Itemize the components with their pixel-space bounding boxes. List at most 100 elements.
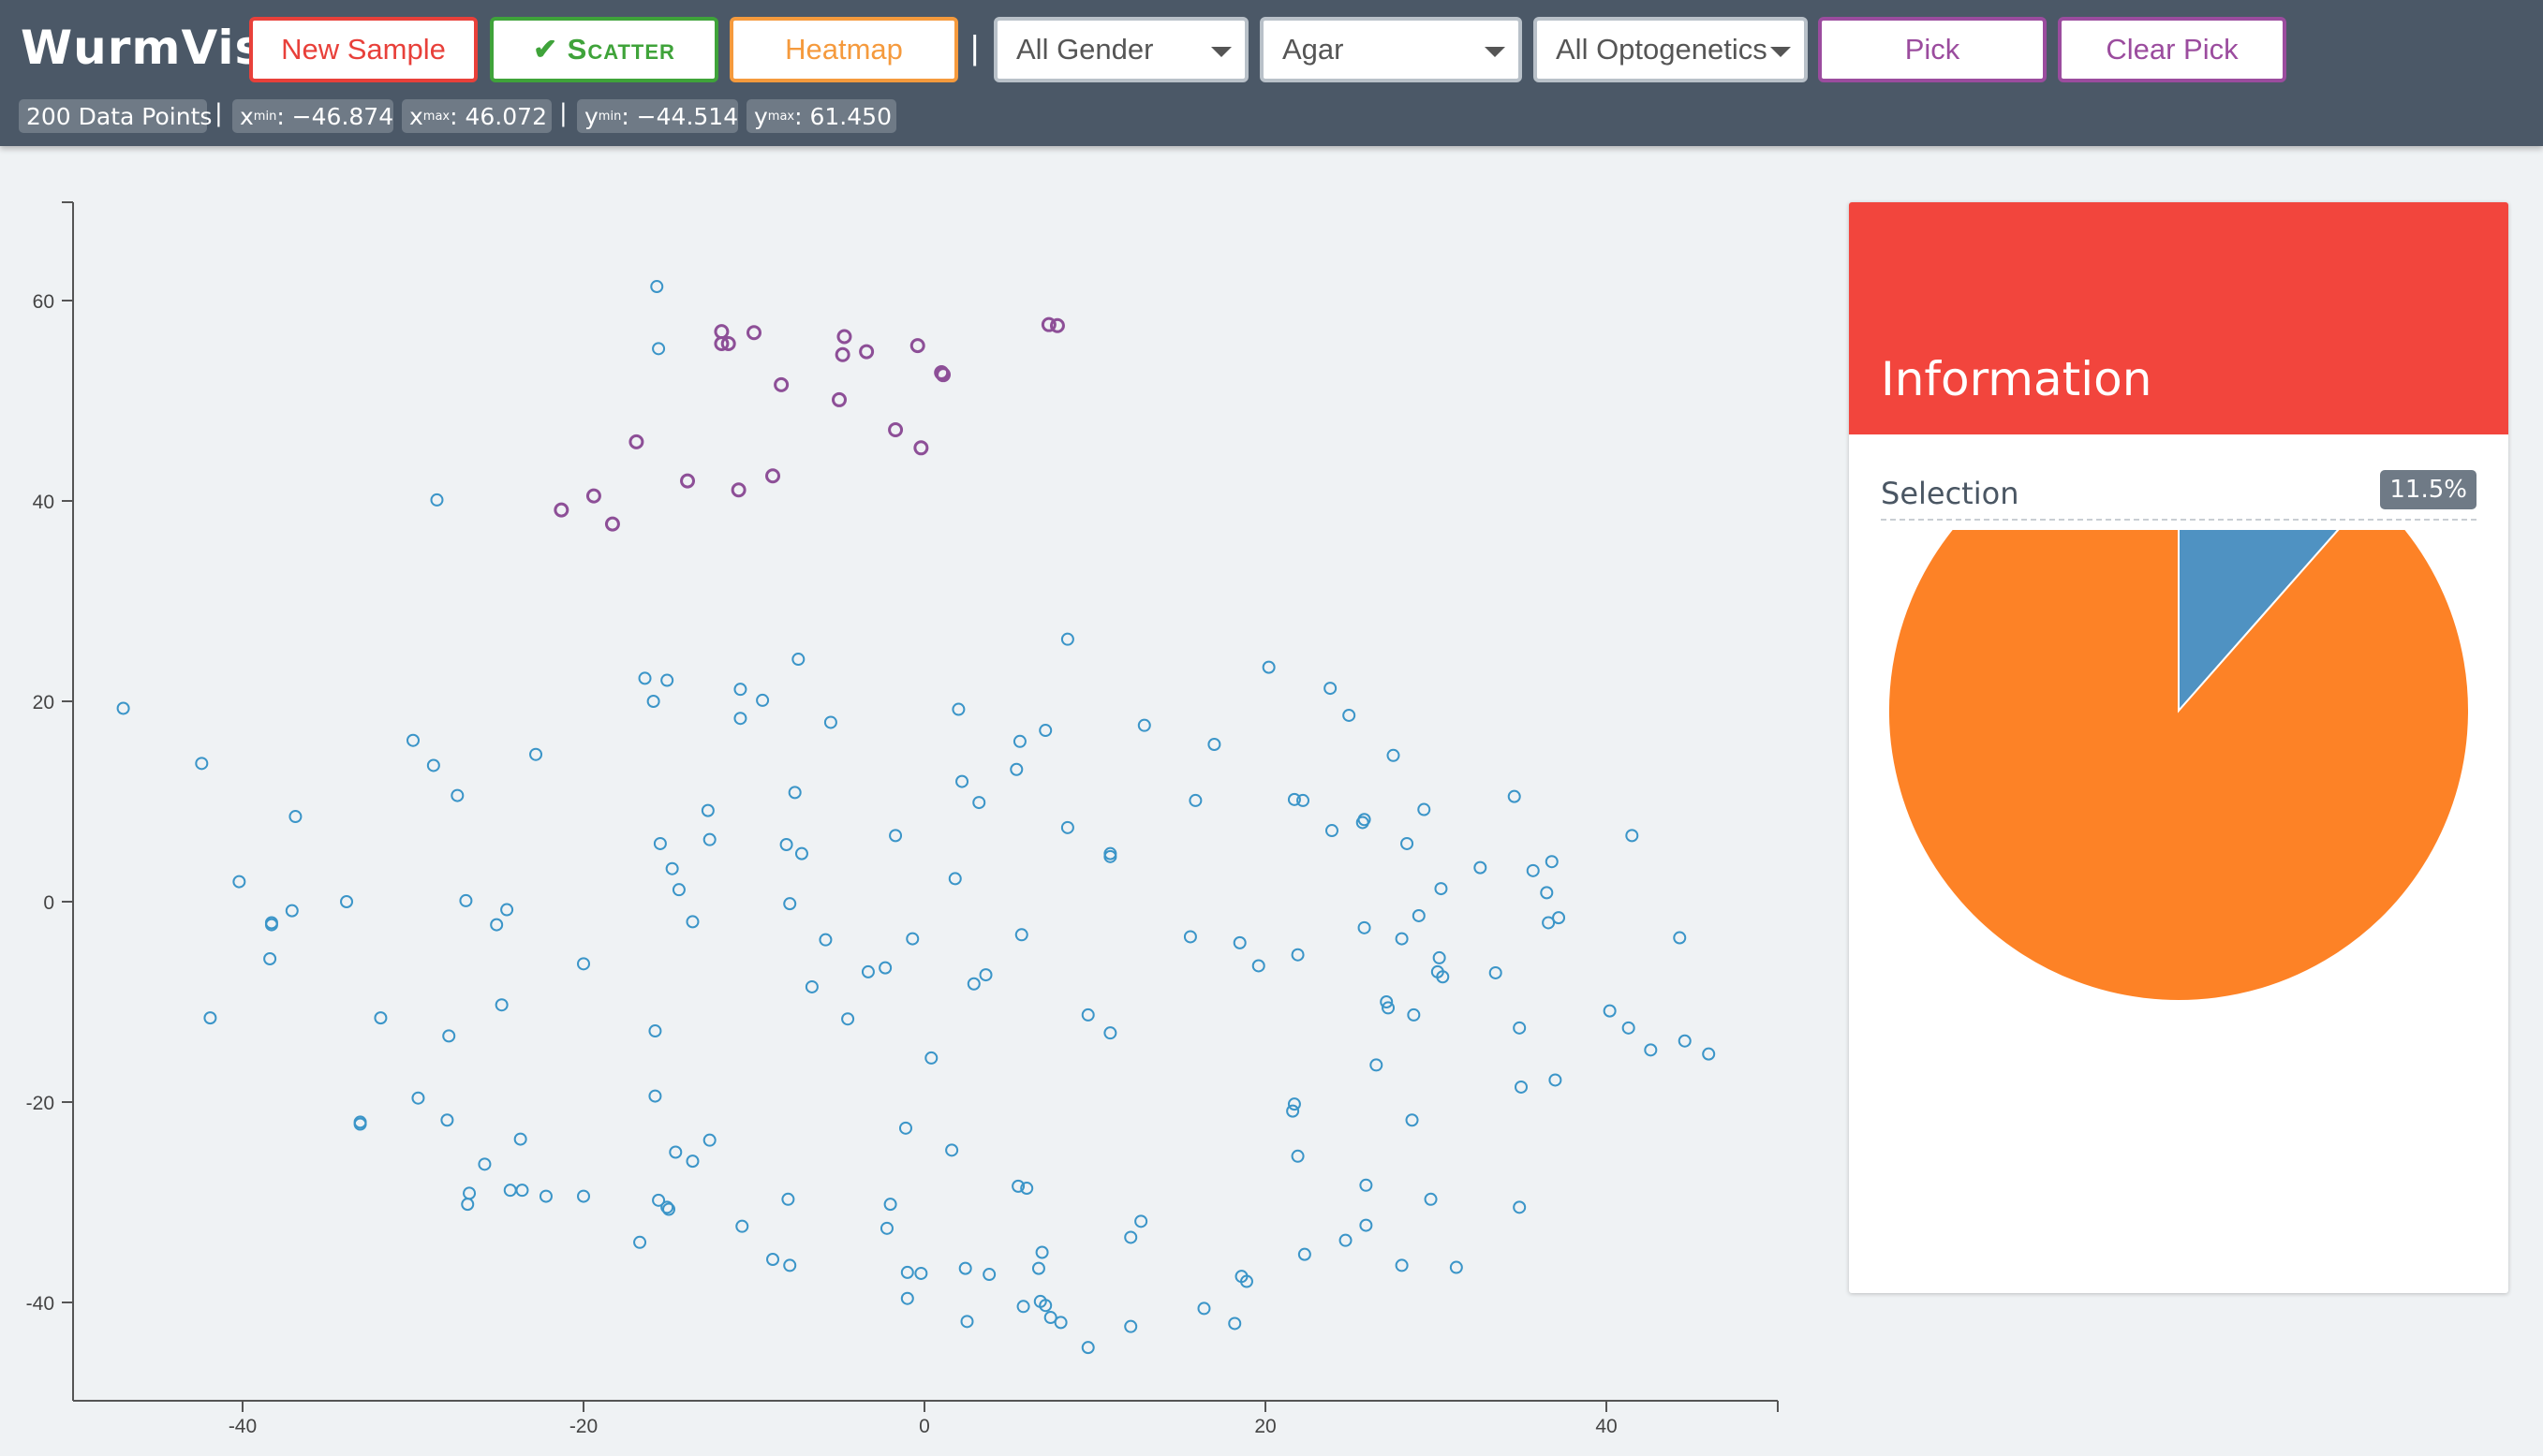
data-point[interactable]: [733, 683, 747, 697]
data-point[interactable]: [490, 918, 504, 932]
data-point[interactable]: [203, 1011, 217, 1025]
data-point[interactable]: [791, 653, 806, 667]
data-point[interactable]: [1016, 1300, 1030, 1314]
data-point[interactable]: [735, 1219, 749, 1233]
data-point[interactable]: [1603, 1004, 1617, 1018]
data-point[interactable]: [779, 838, 793, 852]
data-point[interactable]: [819, 933, 833, 947]
data-point[interactable]: [960, 1315, 974, 1329]
data-point[interactable]: [972, 796, 986, 810]
data-point[interactable]: [672, 883, 686, 897]
data-point[interactable]: [906, 932, 920, 946]
pick-button[interactable]: Pick: [1818, 17, 2047, 82]
selected-data-point[interactable]: [731, 482, 747, 498]
data-point[interactable]: [515, 1184, 529, 1198]
data-point[interactable]: [653, 836, 667, 850]
data-point[interactable]: [1013, 734, 1027, 748]
data-point[interactable]: [756, 693, 770, 707]
data-point[interactable]: [1473, 860, 1487, 875]
data-point[interactable]: [1081, 1007, 1095, 1022]
data-point[interactable]: [648, 1024, 662, 1038]
data-point[interactable]: [1297, 1247, 1311, 1261]
data-point[interactable]: [1251, 959, 1265, 973]
data-point[interactable]: [495, 998, 509, 1012]
data-point[interactable]: [660, 673, 674, 687]
data-point[interactable]: [1134, 1214, 1148, 1228]
data-point[interactable]: [1124, 1319, 1138, 1333]
data-point[interactable]: [411, 1091, 425, 1105]
data-point[interactable]: [1526, 863, 1540, 877]
data-point[interactable]: [577, 1189, 590, 1203]
data-point[interactable]: [1081, 1341, 1095, 1355]
data-point[interactable]: [914, 1266, 928, 1280]
data-point[interactable]: [1702, 1047, 1716, 1061]
data-point[interactable]: [288, 810, 303, 824]
data-point[interactable]: [648, 1089, 662, 1103]
data-point[interactable]: [955, 774, 969, 788]
data-point[interactable]: [503, 1184, 517, 1198]
data-point[interactable]: [1338, 1233, 1353, 1247]
data-point[interactable]: [1035, 1245, 1049, 1259]
data-point[interactable]: [1286, 1104, 1300, 1118]
data-point[interactable]: [633, 1235, 647, 1249]
data-point[interactable]: [478, 1157, 492, 1171]
data-point[interactable]: [440, 1113, 454, 1127]
data-point[interactable]: [669, 1145, 683, 1159]
data-point[interactable]: [638, 671, 652, 685]
data-point[interactable]: [1031, 1261, 1045, 1275]
data-point[interactable]: [783, 897, 797, 911]
data-point[interactable]: [702, 1133, 717, 1147]
selected-data-point[interactable]: [859, 344, 875, 360]
data-point[interactable]: [652, 342, 666, 356]
data-point[interactable]: [665, 861, 679, 875]
data-point[interactable]: [340, 895, 354, 908]
data-point[interactable]: [459, 893, 473, 907]
data-point[interactable]: [1060, 820, 1074, 834]
data-point[interactable]: [781, 1192, 795, 1206]
data-point[interactable]: [1432, 950, 1446, 964]
data-point[interactable]: [900, 1291, 914, 1305]
selected-data-point[interactable]: [604, 516, 620, 532]
data-point[interactable]: [861, 964, 875, 978]
selected-data-point[interactable]: [747, 325, 761, 341]
data-point[interactable]: [983, 1268, 997, 1282]
data-point[interactable]: [783, 1258, 797, 1272]
data-point[interactable]: [1124, 1230, 1138, 1244]
data-point[interactable]: [1545, 855, 1559, 869]
selected-data-point[interactable]: [628, 434, 644, 449]
data-point[interactable]: [500, 903, 514, 917]
data-point[interactable]: [1060, 632, 1074, 646]
data-point[interactable]: [805, 979, 819, 993]
data-point[interactable]: [1324, 824, 1338, 838]
data-point[interactable]: [958, 1261, 972, 1275]
selected-data-point[interactable]: [832, 391, 847, 407]
selected-data-point[interactable]: [836, 329, 852, 345]
data-point[interactable]: [1183, 930, 1197, 944]
data-point[interactable]: [841, 1012, 855, 1026]
data-point[interactable]: [539, 1189, 553, 1203]
data-point[interactable]: [529, 747, 543, 761]
data-point[interactable]: [646, 695, 660, 708]
data-point[interactable]: [1262, 660, 1276, 674]
data-point[interactable]: [733, 712, 747, 726]
selected-data-point[interactable]: [913, 440, 929, 456]
data-point[interactable]: [650, 280, 664, 294]
data-point[interactable]: [883, 1198, 897, 1212]
medium-select[interactable]: Agar: [1260, 17, 1522, 82]
data-point[interactable]: [1228, 1316, 1242, 1331]
data-point[interactable]: [1359, 1178, 1373, 1192]
data-point[interactable]: [701, 803, 715, 817]
data-point[interactable]: [1644, 1043, 1658, 1057]
selected-data-point[interactable]: [835, 346, 850, 362]
data-point[interactable]: [1434, 882, 1448, 896]
data-point[interactable]: [1395, 932, 1409, 946]
data-point[interactable]: [1400, 836, 1414, 850]
data-point[interactable]: [463, 1186, 477, 1200]
clear-pick-button[interactable]: Clear Pick: [2058, 17, 2286, 82]
selected-data-point[interactable]: [909, 338, 925, 354]
selected-data-point[interactable]: [774, 376, 790, 392]
selected-data-point[interactable]: [765, 468, 781, 484]
data-point[interactable]: [1488, 965, 1502, 979]
new-sample-button[interactable]: New Sample: [249, 17, 478, 82]
data-point[interactable]: [879, 961, 893, 975]
